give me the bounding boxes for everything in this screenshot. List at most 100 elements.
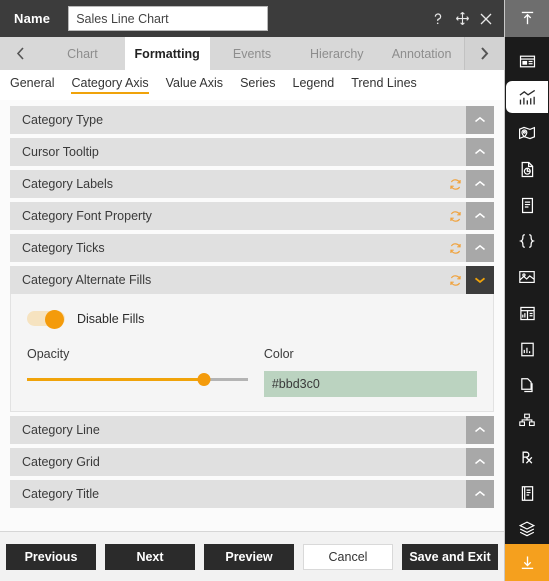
section-title: Category Grid <box>22 455 100 469</box>
slider-thumb[interactable] <box>197 373 211 386</box>
chart-frame-icon[interactable] <box>509 333 545 365</box>
section-category-font-property: Category Font Property <box>10 202 494 230</box>
section-header[interactable]: Cursor Tooltip <box>10 138 494 166</box>
chevron-up-icon[interactable] <box>466 170 494 198</box>
settings-panel: Category Type Cursor Tooltip Category La… <box>0 100 504 531</box>
text-document-icon[interactable] <box>509 189 545 221</box>
sub-tab-bar: General Category Axis Value Axis Series … <box>0 70 504 100</box>
download-icon[interactable] <box>505 544 549 581</box>
tab-annotation[interactable]: Annotation <box>379 37 464 70</box>
section-header[interactable]: Category Grid <box>10 448 494 476</box>
color-label: Color <box>263 347 294 361</box>
rail-items <box>505 37 549 544</box>
preview-button[interactable]: Preview <box>204 543 294 570</box>
chevron-up-icon[interactable] <box>466 448 494 476</box>
help-icon[interactable] <box>426 6 450 32</box>
layers-icon[interactable] <box>509 513 545 544</box>
right-toolbar <box>505 0 549 581</box>
section-category-ticks: Category Ticks <box>10 234 494 262</box>
next-button[interactable]: Next <box>105 543 195 570</box>
section-header[interactable]: Category Ticks <box>10 234 494 262</box>
close-icon[interactable] <box>474 6 498 32</box>
save-and-exit-button[interactable]: Save and Exit <box>402 543 498 570</box>
title-bar: Name <box>0 0 504 37</box>
section-title: Category Line <box>22 423 100 437</box>
opacity-label: Opacity <box>27 347 70 361</box>
map-pin-icon[interactable] <box>509 117 545 149</box>
chevron-up-icon[interactable] <box>466 202 494 230</box>
fill-fields-row: Opacity Color <box>27 347 477 397</box>
chevron-right-icon[interactable] <box>464 37 504 70</box>
refresh-icon[interactable] <box>444 202 466 230</box>
section-title: Category Ticks <box>22 241 105 255</box>
primary-tabs: Chart Formatting Events Hierarchy Annota… <box>40 37 464 70</box>
alternate-fills-panel: Disable Fills Opacity Color <box>10 294 494 412</box>
hierarchy-tree-icon[interactable] <box>509 405 545 437</box>
move-icon[interactable] <box>450 6 474 32</box>
section-header[interactable]: Category Labels <box>10 170 494 198</box>
dialog-body: Name Sales Line Chart Chart Formatting E… <box>0 0 505 581</box>
section-title: Category Title <box>22 487 100 501</box>
file-copy-icon[interactable] <box>509 369 545 401</box>
refresh-icon[interactable] <box>444 170 466 198</box>
upload-icon[interactable] <box>505 0 549 37</box>
chevron-left-icon[interactable] <box>0 37 40 70</box>
chevron-up-icon[interactable] <box>466 416 494 444</box>
subtab-legend[interactable]: Legend <box>293 76 335 94</box>
section-category-alternate-fills: Category Alternate Fills Disable Fills O… <box>10 266 494 412</box>
panel-layout-icon[interactable] <box>509 45 545 77</box>
bar-chart-icon[interactable] <box>506 81 548 113</box>
previous-button[interactable]: Previous <box>6 543 96 570</box>
chart-name-input[interactable] <box>68 6 269 31</box>
section-category-grid: Category Grid <box>10 448 494 476</box>
tab-events[interactable]: Events <box>210 37 295 70</box>
tab-hierarchy[interactable]: Hierarchy <box>294 37 379 70</box>
section-category-line: Category Line <box>10 416 494 444</box>
subtab-trend-lines[interactable]: Trend Lines <box>351 76 417 94</box>
section-header[interactable]: Category Line <box>10 416 494 444</box>
code-braces-icon[interactable] <box>509 225 545 257</box>
chevron-up-icon[interactable] <box>466 138 494 166</box>
section-category-type: Category Type <box>10 106 494 134</box>
section-title: Category Type <box>22 113 104 127</box>
cancel-button[interactable]: Cancel <box>303 543 393 570</box>
report-document-icon[interactable] <box>509 477 545 509</box>
subtab-value-axis[interactable]: Value Axis <box>166 76 223 94</box>
subtab-series[interactable]: Series <box>240 76 275 94</box>
disable-fills-label: Disable Fills <box>77 311 145 326</box>
section-header[interactable]: Category Alternate Fills <box>10 266 494 294</box>
chart-formatting-dialog: Name Sales Line Chart Chart Formatting E… <box>0 0 549 581</box>
disable-fills-toggle[interactable] <box>27 310 65 329</box>
primary-tab-bar: Chart Formatting Events Hierarchy Annota… <box>0 37 504 70</box>
dashboard-tile-icon[interactable] <box>509 297 545 329</box>
section-title: Category Alternate Fills <box>22 273 152 287</box>
color-input[interactable] <box>263 371 477 397</box>
opacity-slider[interactable] <box>27 371 248 387</box>
tab-chart[interactable]: Chart <box>40 37 125 70</box>
section-cursor-tooltip: Cursor Tooltip <box>10 138 494 166</box>
image-icon[interactable] <box>509 261 545 293</box>
chevron-down-icon[interactable] <box>466 266 494 294</box>
document-pie-icon[interactable] <box>509 153 545 185</box>
refresh-icon[interactable] <box>444 266 466 294</box>
section-header[interactable]: Category Font Property <box>10 202 494 230</box>
section-header[interactable]: Category Type <box>10 106 494 134</box>
section-category-title: Category Title <box>10 480 494 508</box>
section-title: Category Font Property <box>22 209 152 223</box>
prescription-rx-icon[interactable] <box>509 441 545 473</box>
toggle-knob <box>45 310 64 329</box>
subtab-general[interactable]: General <box>10 76 54 94</box>
name-label: Name <box>14 11 51 26</box>
disable-fills-row: Disable Fills <box>27 310 477 329</box>
refresh-icon[interactable] <box>444 234 466 262</box>
subtab-category-axis[interactable]: Category Axis <box>71 76 149 94</box>
chevron-up-icon[interactable] <box>466 234 494 262</box>
opacity-field: Opacity <box>27 347 248 387</box>
chevron-up-icon[interactable] <box>466 480 494 508</box>
section-header[interactable]: Category Title <box>10 480 494 508</box>
dialog-footer: Previous Next Preview Cancel Save and Ex… <box>0 531 504 581</box>
section-title: Cursor Tooltip <box>22 145 99 159</box>
tab-formatting[interactable]: Formatting <box>124 37 210 70</box>
color-field: Color <box>263 347 477 397</box>
chevron-up-icon[interactable] <box>466 106 494 134</box>
